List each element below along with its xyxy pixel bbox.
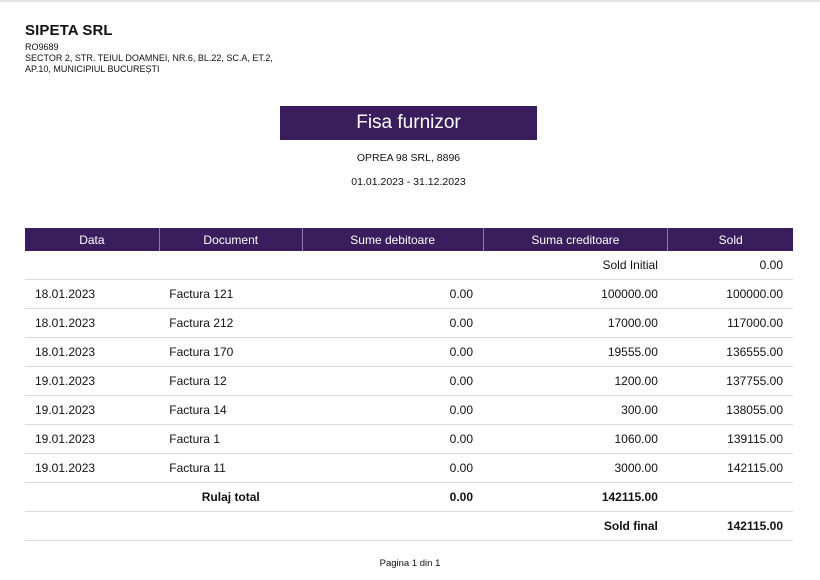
row-debit: 0.00 [302,308,484,338]
final-balance-row: Sold final 142115.00 [25,511,793,541]
total-row: Rulaj total 0.00 142115.00 [25,482,793,512]
ledger-table: Data Document Sume debitoare Suma credit… [25,228,793,541]
row-balance: 100000.00 [667,279,793,309]
column-header-document: Document [159,228,303,251]
row-credit: 300.00 [483,395,668,425]
table-row: 19.01.2023 Factura 12 0.00 1200.00 13775… [25,366,793,396]
company-name: SIPETA SRL [25,22,113,39]
total-credit: 142115.00 [483,482,668,512]
row-document: Factura 11 [159,453,303,483]
initial-balance-value: 0.00 [667,251,793,280]
row-date: 18.01.2023 [25,308,160,338]
company-address: SECTOR 2, STR. TEIUL DOAMNEI, NR.6, BL.2… [25,53,273,74]
row-credit: 3000.00 [483,453,668,483]
row-balance: 137755.00 [667,366,793,396]
row-date: 18.01.2023 [25,337,160,367]
row-balance: 136555.00 [667,337,793,367]
table-row: 19.01.2023 Factura 11 0.00 3000.00 14211… [25,453,793,483]
row-date: 19.01.2023 [25,453,160,483]
row-date: 18.01.2023 [25,279,160,309]
row-document: Factura 12 [159,366,303,396]
row-debit: 0.00 [302,366,484,396]
row-credit: 1060.00 [483,424,668,454]
column-header-date: Data [25,228,160,251]
row-credit: 17000.00 [483,308,668,338]
table-row: 18.01.2023 Factura 170 0.00 19555.00 136… [25,337,793,367]
row-date: 19.01.2023 [25,395,160,425]
row-balance: 142115.00 [667,453,793,483]
company-code: RO9689 [25,42,59,52]
initial-balance-label: Sold Initial [483,251,668,280]
row-document: Factura 14 [159,395,303,425]
table-row: 19.01.2023 Factura 14 0.00 300.00 138055… [25,395,793,425]
row-balance: 139115.00 [667,424,793,454]
initial-balance-row: Sold Initial 0.00 [25,251,793,280]
table-row: 19.01.2023 Factura 1 0.00 1060.00 139115… [25,424,793,454]
report-period: 01.01.2023 - 31.12.2023 [351,176,466,188]
page-number: Pagina 1 din 1 [379,558,441,569]
row-date: 19.01.2023 [25,366,160,396]
report-title: Fisa furnizor [280,106,537,140]
column-header-credit: Suma creditoare [483,228,669,251]
row-credit: 19555.00 [483,337,668,367]
row-debit: 0.00 [302,337,484,367]
row-document: Factura 1 [159,424,303,454]
row-document: Factura 121 [159,279,303,309]
company-header: SIPETA SRL RO9689 SECTOR 2, STR. TEIUL D… [25,22,275,75]
table-row: 18.01.2023 Factura 212 0.00 17000.00 117… [25,308,793,338]
row-balance: 117000.00 [667,308,793,338]
row-credit: 1200.00 [483,366,668,396]
total-label: Rulaj total [159,482,303,512]
row-debit: 0.00 [302,453,484,483]
table-header-row: Data Document Sume debitoare Suma credit… [25,228,793,251]
total-debit: 0.00 [302,482,484,512]
row-date: 19.01.2023 [25,424,160,454]
row-debit: 0.00 [302,424,484,454]
final-balance-value: 142115.00 [667,511,793,541]
row-document: Factura 212 [159,308,303,338]
row-debit: 0.00 [302,279,484,309]
supplier-name: OPREA 98 SRL, 8896 [356,152,461,164]
table-row: 18.01.2023 Factura 121 0.00 100000.00 10… [25,279,793,309]
row-credit: 100000.00 [483,279,668,309]
top-divider [0,0,820,2]
final-balance-label: Sold final [483,511,668,541]
row-document: Factura 170 [159,337,303,367]
row-debit: 0.00 [302,395,484,425]
row-balance: 138055.00 [667,395,793,425]
column-header-balance: Sold [667,228,793,251]
column-header-debit: Sume debitoare [302,228,484,251]
